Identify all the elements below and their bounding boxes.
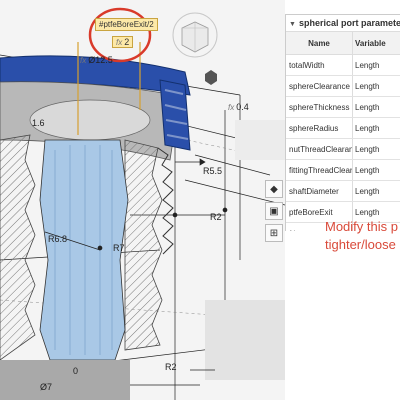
table-row[interactable]: sphereRadius Length: [286, 117, 400, 139]
panel-header[interactable]: ▼ spherical port parameters: [286, 15, 400, 32]
view-toolstrip: ◆ ▣ ⊞: [265, 180, 283, 242]
render-mode-icon[interactable]: ◆: [265, 180, 283, 198]
fx-icon: fx: [116, 38, 123, 47]
fx-icon: fx: [228, 103, 235, 112]
table-row[interactable]: nutThreadClearanceLength: [286, 138, 400, 160]
variable-table-panel: ▼ spherical port parameters Name Variable…: [285, 14, 400, 231]
variable-value: 2: [124, 37, 130, 47]
dimension-radius-2[interactable]: R2: [210, 212, 222, 222]
variable-value-tag[interactable]: fx 2: [112, 36, 134, 48]
cad-drawing: [0, 7, 285, 400]
chevron-down-icon: ▼: [289, 21, 296, 28]
table-row[interactable]: totalWidth Length: [286, 54, 400, 76]
table-row[interactable]: sphereThickness Length: [286, 96, 400, 118]
dimension-radius-7[interactable]: R7: [113, 243, 125, 253]
dimension-radius-68[interactable]: R6.8: [48, 234, 67, 244]
variable-tag[interactable]: #ptfeBoreExit/2: [95, 18, 158, 31]
annotation-line-1: Modify this p: [325, 219, 398, 234]
dimension-left[interactable]: 1.6: [32, 118, 45, 128]
dimension-right-top[interactable]: fx 0.4: [228, 102, 249, 112]
dimension-zero[interactable]: 0: [73, 366, 78, 376]
dimension-bottom-diameter[interactable]: Ø7: [40, 382, 52, 392]
table-row[interactable]: sphereClearance Length: [286, 75, 400, 97]
view-cube: [172, 12, 218, 58]
annotation-line-2: tighter/loose: [325, 237, 396, 252]
dimension-top-diameter[interactable]: fx Ø12.5: [80, 55, 113, 65]
panel-title: spherical port parameters: [298, 18, 400, 28]
variable-table: Name Variable totalWidth Length sphereCle…: [286, 32, 400, 231]
table-row[interactable]: fittingThreadClearanceLength: [286, 159, 400, 181]
highlight-circle: [88, 7, 152, 63]
named-views-icon[interactable]: ⊞: [265, 224, 283, 242]
dimension-bottom-radius[interactable]: R2: [165, 362, 177, 372]
column-header-name: Name: [286, 32, 353, 55]
section-view-icon[interactable]: ▣: [265, 202, 283, 220]
annotation-note: Modify this p tighter/loose: [325, 218, 398, 254]
column-header-variable: Variable: [352, 32, 400, 55]
dimension-radius-55[interactable]: R5.5: [203, 166, 222, 176]
table-row[interactable]: shaftDiameter Length: [286, 180, 400, 202]
fx-icon: fx: [80, 56, 87, 65]
cad-viewport[interactable]: #ptfeBoreExit/2 fx 2 fx Ø12.5 1.6 fx 0.4 R5…: [0, 0, 285, 400]
